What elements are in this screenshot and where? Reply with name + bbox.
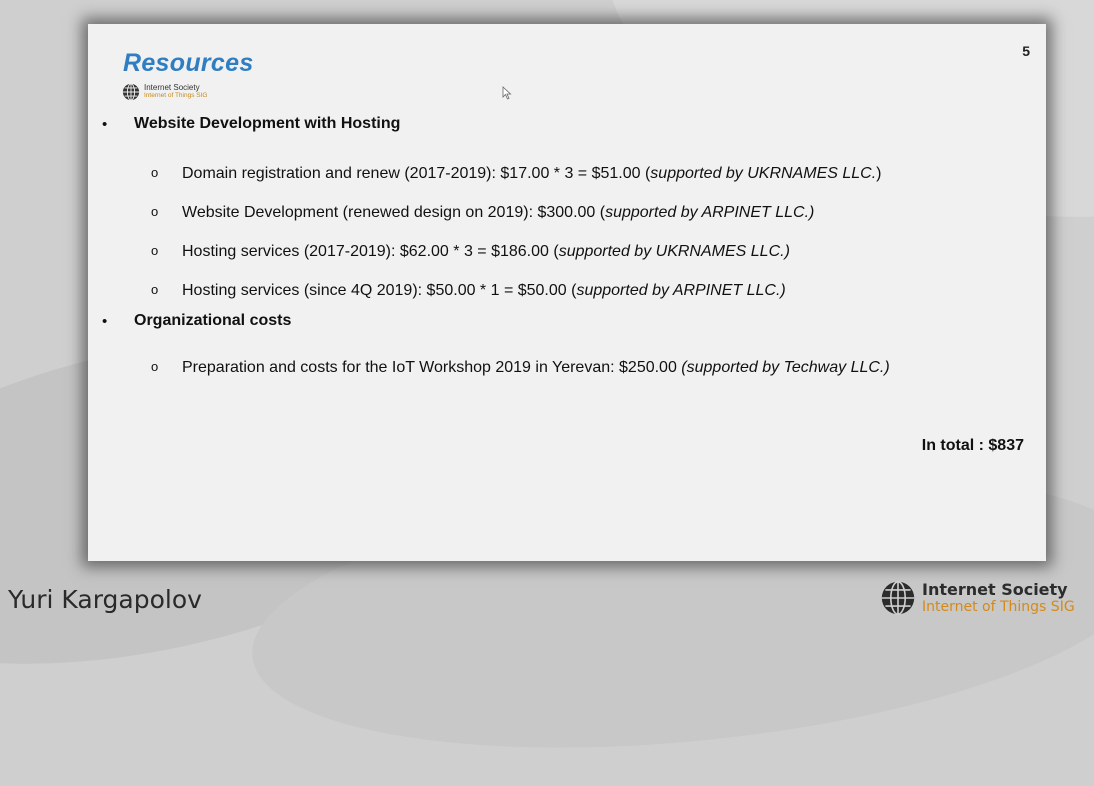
- total-amount: In total : $837: [921, 437, 1024, 454]
- bullet-marker: •: [102, 312, 108, 330]
- item-sponsor: supported by UKRNAMES LLC.: [650, 165, 877, 182]
- page-number: 5: [1022, 43, 1030, 59]
- item-sponsor: supported by UKRNAMES LLC.): [558, 243, 790, 260]
- logo-line1: Internet Society: [144, 83, 200, 92]
- section-heading: Organizational costs: [134, 312, 292, 329]
- mouse-cursor-icon: [502, 86, 512, 100]
- item-text: Hosting services (2017-2019): $62.00 * 3…: [182, 243, 559, 260]
- section-heading: Website Development with Hosting: [134, 115, 401, 132]
- item-text: Website Development (renewed design on 2…: [182, 204, 606, 221]
- sub-bullet-marker: o: [151, 359, 159, 374]
- item-sponsor: supported by ARPINET LLC.): [605, 204, 815, 221]
- globe-icon: [122, 83, 140, 101]
- logo-line2: Internet of Things SIG: [144, 92, 208, 99]
- sub-bullet-marker: o: [151, 282, 159, 297]
- item-text: Domain registration and renew (2017-2019…: [182, 165, 651, 182]
- footer-logo-line2: Internet of Things SIG: [922, 599, 1075, 615]
- item-text: Hosting services (since 4Q 2019): $50.00…: [182, 282, 577, 299]
- item-text: Preparation and costs for the IoT Worksh…: [182, 359, 682, 376]
- footer-logo: Internet Society Internet of Things SIG: [880, 580, 1075, 616]
- slide-title: Resources: [123, 49, 254, 77]
- bullet-marker: •: [102, 115, 108, 133]
- footer-logo-line1: Internet Society: [922, 580, 1068, 599]
- sub-bullet-marker: o: [151, 165, 159, 180]
- sub-bullet-marker: o: [151, 204, 159, 219]
- item-sponsor: (supported by Techway LLC.): [681, 359, 890, 376]
- presenter-name: Yuri Kargapolov: [8, 585, 202, 614]
- item-sponsor: supported by ARPINET LLC.): [576, 282, 786, 299]
- sub-bullet-marker: o: [151, 243, 159, 258]
- presentation-slide: Resources Internet Society Internet of T…: [88, 24, 1046, 561]
- globe-icon: [881, 580, 915, 616]
- slide-logo: Internet Society Internet of Things SIG: [122, 81, 207, 103]
- item-tail: ): [876, 165, 882, 182]
